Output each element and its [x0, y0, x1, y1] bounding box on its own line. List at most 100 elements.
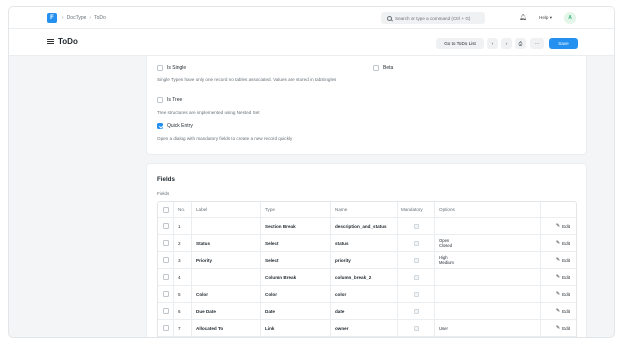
mandatory-checkbox[interactable]: [413, 308, 419, 314]
row-mandatory: [398, 320, 435, 336]
prev-button[interactable]: ‹: [487, 38, 498, 49]
row-label[interactable]: [192, 269, 261, 285]
row-type[interactable]: Select: [261, 235, 331, 251]
is-single-checkbox[interactable]: [157, 65, 163, 71]
row-label[interactable]: Allocated To: [192, 320, 261, 336]
row-name[interactable]: column_break_2: [331, 269, 398, 285]
search-bar[interactable]: Search or type a command (Ctrl + G): [381, 12, 485, 24]
mandatory-checkbox[interactable]: [413, 223, 419, 229]
mandatory-checkbox[interactable]: [413, 257, 419, 263]
row-options[interactable]: Open Closed: [435, 235, 541, 251]
row-name[interactable]: owner: [331, 320, 398, 336]
row-type[interactable]: Select: [261, 252, 331, 268]
row-select-cell: [158, 235, 174, 251]
table-row[interactable]: 6 Due Date Date date ✎ Edit: [158, 303, 576, 320]
pencil-icon: ✎: [555, 240, 561, 246]
is-tree-option[interactable]: Is Tree: [157, 97, 182, 103]
quick-entry-description: Open a dialog with mandatory fields to c…: [157, 136, 293, 141]
table-row[interactable]: 5 Color Color color ✎ Edit: [158, 286, 576, 303]
mandatory-checkbox[interactable]: [413, 325, 419, 331]
row-name[interactable]: status: [331, 235, 398, 251]
row-name[interactable]: description_and_status: [331, 218, 398, 234]
row-checkbox[interactable]: [162, 274, 169, 280]
navbar: F › DocType › ToDo Search or type a comm…: [9, 7, 614, 29]
sidebar-toggle-icon[interactable]: [47, 39, 54, 44]
avatar[interactable]: A: [564, 12, 576, 24]
row-options[interactable]: User: [435, 320, 541, 336]
page-title: ToDo: [58, 37, 78, 46]
row-checkbox[interactable]: [162, 257, 169, 263]
mandatory-checkbox[interactable]: [413, 274, 419, 280]
next-button[interactable]: ›: [501, 38, 512, 49]
row-type[interactable]: Date: [261, 303, 331, 319]
row-options[interactable]: High Medium: [435, 252, 541, 268]
save-button[interactable]: Save: [549, 38, 578, 49]
row-name[interactable]: date: [331, 303, 398, 319]
row-label[interactable]: [192, 218, 261, 234]
row-label[interactable]: Due Date: [192, 303, 261, 319]
row-name[interactable]: color: [331, 286, 398, 302]
quick-entry-option[interactable]: Quick Entry: [157, 123, 193, 129]
go-to-list-button[interactable]: Go to ToDo List: [436, 38, 484, 49]
table-row[interactable]: 2 Status Select status Open Closed ✎ Edit: [158, 235, 576, 252]
row-checkbox[interactable]: [162, 291, 169, 297]
table-row[interactable]: 3 Priority Select priority High Medium ✎ Edit: [158, 252, 576, 269]
edit-label: Edit: [562, 274, 570, 280]
row-checkbox[interactable]: [162, 325, 169, 331]
quick-entry-checkbox[interactable]: [157, 123, 163, 129]
pencil-icon: ✎: [555, 291, 561, 297]
app-logo[interactable]: F: [47, 13, 57, 23]
table-row[interactable]: 4 Column Break column_break_2 ✎ Edit: [158, 269, 576, 286]
row-options[interactable]: [435, 286, 541, 302]
row-type[interactable]: Column Break: [261, 269, 331, 285]
beta-option[interactable]: Beta: [373, 65, 393, 71]
chevron-right-icon: ›: [62, 15, 64, 21]
row-type[interactable]: Color: [261, 286, 331, 302]
row-no: 3: [174, 252, 192, 268]
table-row[interactable]: 1 Section Break description_and_status ✎ Edi…: [158, 218, 576, 235]
row-name[interactable]: priority: [331, 252, 398, 268]
row-type[interactable]: Section Break: [261, 218, 331, 234]
mandatory-checkbox[interactable]: [413, 291, 419, 297]
is-single-option[interactable]: Is Single: [157, 65, 186, 71]
table-row[interactable]: 8 Section Breakdescription_section ✎Edit: [158, 337, 576, 338]
breadcrumb-doctype[interactable]: DocType: [67, 15, 87, 21]
edit-button[interactable]: ✎ Edit: [556, 240, 570, 246]
row-select-cell: [158, 320, 174, 336]
row-label[interactable]: Status: [192, 235, 261, 251]
column-header-type: Type: [261, 202, 331, 217]
row-label[interactable]: [192, 337, 261, 338]
bell-icon[interactable]: 🔔︎: [519, 14, 527, 21]
edit-button[interactable]: ✎ Edit: [556, 308, 570, 314]
row-edit-cell: ✎Edit: [541, 337, 576, 338]
row-type[interactable]: Section Break: [261, 337, 331, 338]
row-type[interactable]: Link: [261, 320, 331, 336]
beta-checkbox[interactable]: [373, 65, 379, 71]
help-dropdown[interactable]: Help ▾: [539, 15, 552, 21]
select-all-checkbox[interactable]: [162, 206, 169, 213]
edit-button[interactable]: ✎ Edit: [556, 274, 570, 280]
row-name[interactable]: description_section: [331, 337, 398, 338]
option-line: Medium: [439, 260, 454, 265]
edit-button[interactable]: ✎ Edit: [556, 223, 570, 229]
row-label[interactable]: Color: [192, 286, 261, 302]
edit-button[interactable]: ✎ Edit: [556, 291, 570, 297]
print-button[interactable]: ⎙: [515, 38, 526, 49]
edit-button[interactable]: ✎ Edit: [556, 257, 570, 263]
row-options[interactable]: [435, 218, 541, 234]
row-label[interactable]: Priority: [192, 252, 261, 268]
more-button[interactable]: ···: [530, 38, 544, 49]
mandatory-checkbox[interactable]: [413, 240, 419, 246]
row-options[interactable]: [435, 269, 541, 285]
breadcrumb-todo[interactable]: ToDo: [94, 15, 106, 21]
row-checkbox[interactable]: [162, 308, 169, 314]
row-checkbox[interactable]: [162, 223, 169, 229]
edit-button[interactable]: ✎ Edit: [556, 325, 570, 331]
table-body: 1 Section Break description_and_status ✎ Edi…: [158, 218, 576, 338]
is-tree-checkbox[interactable]: [157, 97, 163, 103]
row-options[interactable]: [435, 303, 541, 319]
row-checkbox[interactable]: [162, 240, 169, 246]
table-row[interactable]: 7 Allocated To Link owner User ✎ Edit: [158, 320, 576, 337]
search-input[interactable]: Search or type a command (Ctrl + G): [395, 16, 470, 21]
row-options[interactable]: [435, 337, 541, 338]
